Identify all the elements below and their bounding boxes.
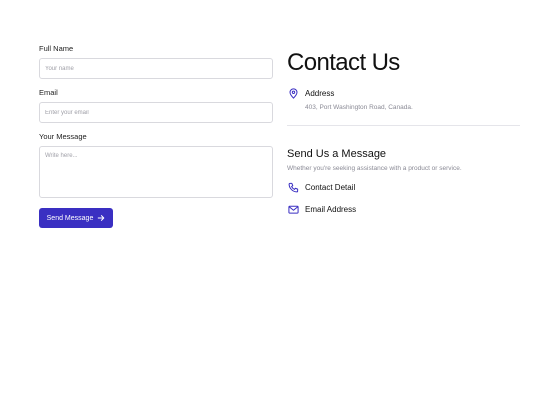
email-address-item[interactable]: Email Address xyxy=(287,203,520,215)
full-name-label: Full Name xyxy=(39,44,74,53)
phone-icon xyxy=(287,181,299,193)
send-message-subtitle: Whether you're seeking assistance with a… xyxy=(287,165,462,172)
mail-icon xyxy=(287,203,299,215)
send-message-heading: Send Us a Message xyxy=(287,148,387,160)
contact-info: Contact Us Address 403, Port Washington … xyxy=(287,48,520,215)
contact-detail-item[interactable]: Contact Detail xyxy=(287,181,520,193)
email-input[interactable] xyxy=(39,102,273,123)
send-message-button[interactable]: Send Message xyxy=(39,208,113,228)
email-label: Email xyxy=(39,88,58,97)
address-text: 403, Port Washington Road, Canada. xyxy=(305,104,413,111)
send-message-label: Send Message xyxy=(46,214,94,222)
arrow-right-icon xyxy=(98,215,105,221)
address-row: Address xyxy=(287,87,520,99)
message-textarea[interactable] xyxy=(39,146,273,198)
contact-detail-label: Contact Detail xyxy=(305,182,356,192)
location-pin-icon xyxy=(287,87,299,99)
address-title: Address xyxy=(305,88,335,98)
divider xyxy=(287,125,520,126)
contact-form: Full Name Email Your Message xyxy=(39,44,273,198)
email-address-label: Email Address xyxy=(305,204,357,214)
message-label: Your Message xyxy=(39,132,87,141)
page-title: Contact Us xyxy=(287,49,400,76)
full-name-input[interactable] xyxy=(39,58,273,79)
